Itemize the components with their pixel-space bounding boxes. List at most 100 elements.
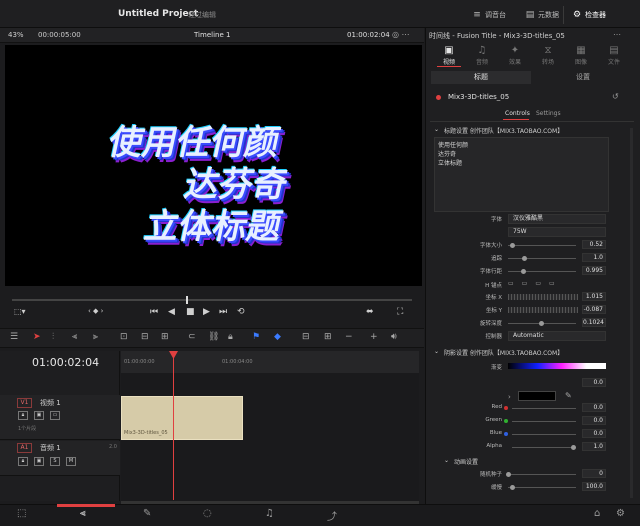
track-lock-icon[interactable]: 🔒︎	[18, 411, 28, 420]
v1-badge[interactable]: V1	[17, 398, 32, 408]
anchor-buttons-icon[interactable]: ▭▭▭▭	[508, 280, 563, 287]
a1-badge[interactable]: A1	[17, 443, 32, 453]
edit-mode-label[interactable]: 轻过编辑	[188, 10, 216, 20]
tracking-knob[interactable]	[522, 256, 527, 261]
font-select[interactable]: 汉仪雅酷黑	[508, 214, 606, 224]
subtab-settings[interactable]: 设置	[533, 71, 633, 84]
line-spacing-slider[interactable]	[508, 271, 576, 272]
timeline-timecode[interactable]: 01:00:02:04	[32, 356, 99, 369]
pos-y-value[interactable]: -0.087	[582, 305, 606, 314]
title-text-input[interactable]: 使用任何颜 达芬奇 立体标题	[434, 137, 609, 212]
insert-clip-icon[interactable]: ⊡	[120, 332, 128, 342]
lock-icon[interactable]: 🔒︎	[228, 332, 233, 342]
settings-icon[interactable]: ⚙	[616, 508, 625, 519]
play-reverse-icon[interactable]: ◀	[168, 307, 175, 317]
trim-tool-icon[interactable]: ⫶	[52, 332, 54, 342]
metadata-button[interactable]: ▤ 元数据	[525, 8, 559, 22]
snapping-icon[interactable]: ⊂	[188, 332, 196, 342]
deliver-page-icon[interactable]: ⤴	[327, 508, 337, 523]
stop-icon[interactable]: ■	[186, 307, 195, 317]
fusion-page-icon[interactable]: ✎	[143, 508, 151, 519]
red-slider[interactable]	[512, 408, 576, 409]
size-value[interactable]: 0.52	[582, 240, 606, 249]
tab-transition[interactable]: ⧖ 转场	[533, 45, 563, 66]
chevron-down-icon[interactable]: ⌄	[434, 126, 439, 133]
viewer-options-icon[interactable]: ◎ ⋯	[392, 30, 410, 39]
alpha-slider[interactable]	[512, 447, 576, 448]
controller-select[interactable]: Automatic	[508, 331, 606, 341]
inspector-button[interactable]: ⚙ 检查器	[572, 8, 606, 22]
dynamic-trim-icon[interactable]: ⫷	[72, 332, 77, 342]
replace-clip-icon[interactable]: ⊞	[161, 332, 169, 342]
track-enable-icon[interactable]: ▣	[34, 457, 44, 466]
go-to-start-icon[interactable]: ⏮	[150, 307, 158, 317]
zoom-fit-icon[interactable]: ⊟	[302, 332, 310, 342]
timeline-options-icon[interactable]: ☰	[10, 332, 18, 342]
media-page-icon[interactable]: ⬚	[17, 508, 26, 519]
gradient-bar[interactable]	[508, 363, 606, 369]
speed-knob[interactable]	[510, 485, 515, 490]
track-lock-icon[interactable]: 🔒︎	[18, 457, 28, 466]
blue-value[interactable]: 0.0	[582, 429, 606, 438]
mixer-button[interactable]: ≡ 调音台	[472, 8, 506, 22]
mute-button[interactable]: M	[66, 457, 76, 466]
marker-icon[interactable]: ◆	[274, 332, 281, 342]
overwrite-clip-icon[interactable]: ⊟	[141, 332, 149, 342]
zoom-detail-icon[interactable]: ⊞	[324, 332, 332, 342]
section-title-shadow[interactable]: 阴影设置 创作团队【MIX3.TAOBAO.COM】	[444, 348, 563, 357]
blue-slider[interactable]	[512, 434, 576, 435]
zoom-out-icon[interactable]: −	[345, 332, 353, 342]
nav-arrows-icon[interactable]: ‹ ◆ ›	[88, 307, 103, 315]
viewer-duration[interactable]: 00:00:05:00	[38, 31, 81, 39]
settings-tab[interactable]: Settings	[536, 110, 561, 117]
video-preview[interactable]: 使用任何颜 达芬奇 立体标题	[5, 45, 422, 286]
size-knob[interactable]	[510, 243, 515, 248]
green-value[interactable]: 0.0	[582, 416, 606, 425]
pos-y-slider[interactable]	[508, 307, 578, 313]
seed-slider[interactable]	[508, 474, 576, 475]
pos-x-value[interactable]: 1.015	[582, 292, 606, 301]
tab-video[interactable]: ▣ 视频	[434, 45, 464, 66]
color-swatch[interactable]	[518, 391, 556, 401]
home-icon[interactable]: ⌂	[594, 508, 600, 519]
timeline-ruler[interactable]	[121, 351, 419, 373]
select-tool-icon[interactable]: ➤	[33, 332, 41, 342]
alpha-value[interactable]: 1.0	[582, 442, 606, 451]
fairlight-page-icon[interactable]: ♫	[265, 508, 274, 519]
zoom-in-icon[interactable]: +	[370, 332, 378, 342]
speed-value[interactable]: 100.0	[582, 482, 606, 491]
seed-knob[interactable]	[506, 472, 511, 477]
green-slider[interactable]	[512, 421, 576, 422]
tracking-slider[interactable]	[508, 258, 576, 259]
font-weight-select[interactable]: 75W	[508, 227, 606, 237]
section-title-animation[interactable]: 动画设置	[454, 457, 478, 466]
tracking-value[interactable]: 1.0	[582, 253, 606, 262]
scrub-playhead[interactable]	[186, 296, 188, 304]
line-spacing-value[interactable]: 0.995	[582, 266, 606, 275]
speaker-icon[interactable]: 🔊︎	[391, 332, 397, 342]
color-page-icon[interactable]: ◌	[203, 508, 212, 519]
subtab-title[interactable]: 标题	[431, 71, 531, 84]
tab-audio[interactable]: ♫ 音频	[467, 45, 497, 66]
pos-x-slider[interactable]	[508, 294, 578, 300]
tab-file[interactable]: ▤ 文件	[599, 45, 629, 66]
track-visibility-icon[interactable]: ▭	[50, 411, 60, 420]
more-options-icon[interactable]: ⋯	[613, 30, 621, 39]
size-slider[interactable]	[508, 245, 576, 246]
chevron-down-icon[interactable]: ⌄	[434, 348, 439, 355]
reset-icon[interactable]: ↺	[612, 92, 619, 101]
loop-icon[interactable]: ⟲	[237, 307, 245, 317]
play-icon[interactable]: ▶	[203, 307, 210, 317]
enable-toggle[interactable]	[436, 95, 441, 100]
tab-image[interactable]: ▦ 图像	[566, 45, 596, 66]
zoom-level[interactable]: 43%	[8, 31, 24, 39]
gradient-value[interactable]: 0.0	[582, 378, 606, 387]
line-spacing-knob[interactable]	[521, 269, 526, 274]
controls-tab[interactable]: Controls	[505, 110, 530, 117]
eyedropper-icon[interactable]: ✎	[565, 391, 572, 400]
flag-icon[interactable]: ⚑	[252, 332, 260, 342]
rotation-knob[interactable]	[539, 321, 544, 326]
alpha-knob[interactable]	[571, 445, 576, 450]
timeline-selector[interactable]: Timeline 1	[194, 31, 230, 39]
viewer-mode-icon[interactable]: ⬚▾	[14, 307, 26, 316]
